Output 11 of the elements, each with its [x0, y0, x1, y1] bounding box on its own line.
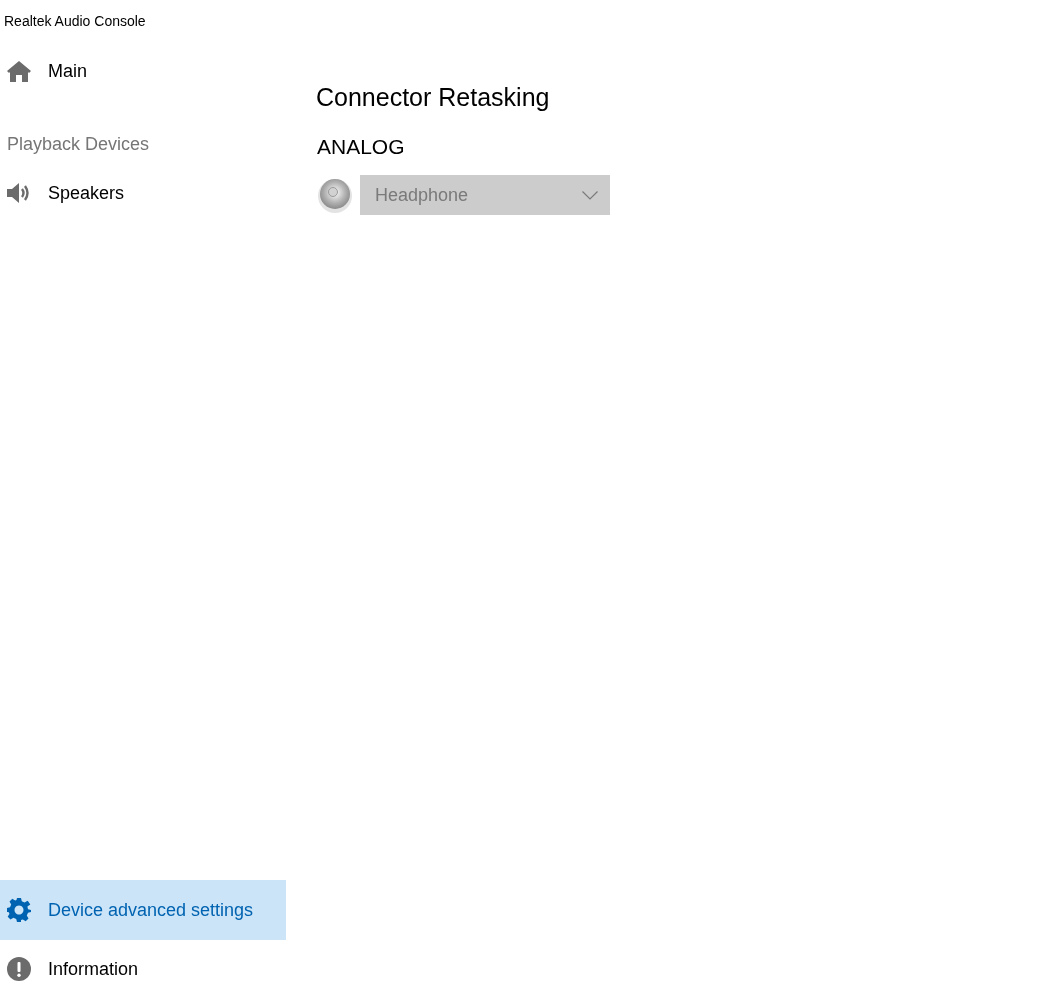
nav-item[interactable]: Device advanced settings — [0, 880, 286, 940]
home-icon — [7, 60, 31, 82]
settings-icon — [7, 898, 31, 922]
speaker-icon — [7, 183, 31, 203]
section-header: Playback Devices — [7, 133, 150, 156]
jack-icon — [316, 176, 354, 214]
window-title: Realtek Audio Console — [4, 11, 146, 30]
exclamation-icon — [7, 956, 31, 981]
chevron-down-icon — [582, 190, 598, 200]
page-title: Connector Retasking — [316, 82, 550, 113]
section-heading: ANALOG — [316, 134, 405, 160]
